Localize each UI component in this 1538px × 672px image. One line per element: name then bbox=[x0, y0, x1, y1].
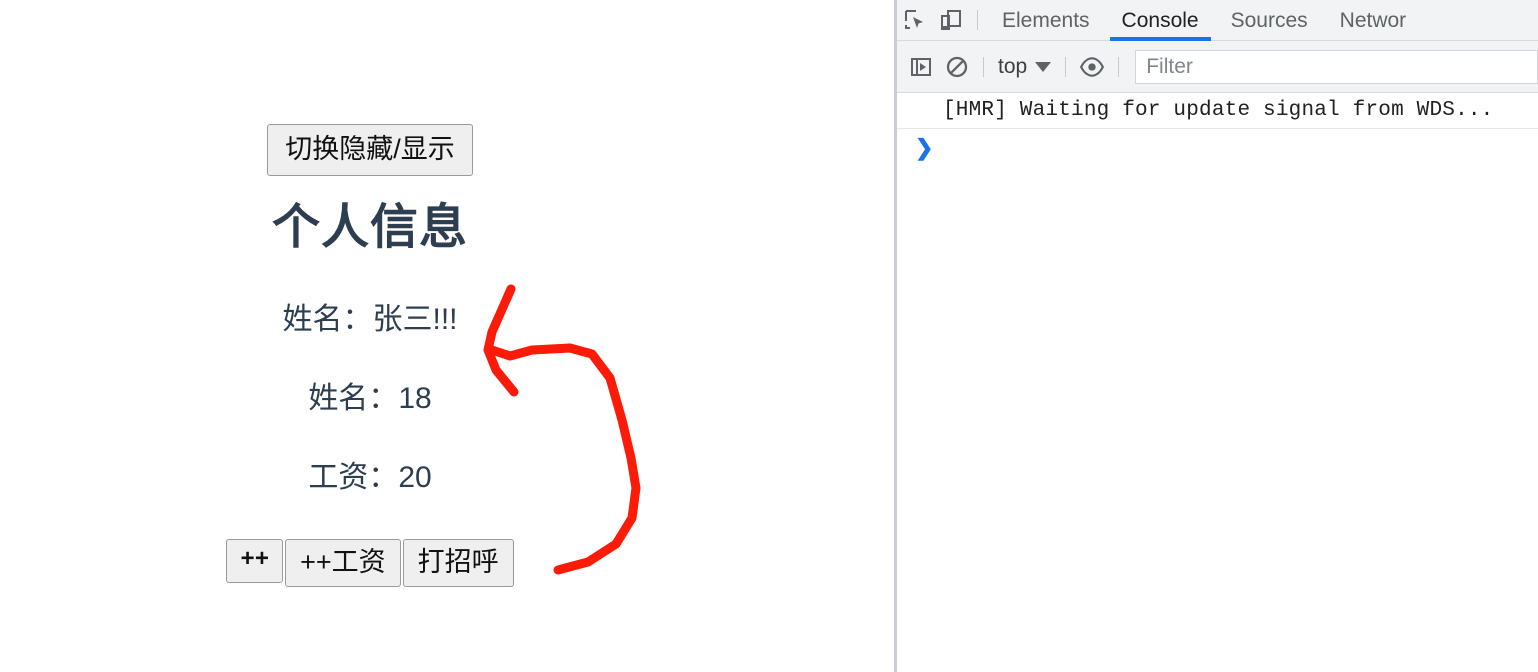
console-filter-input[interactable] bbox=[1135, 49, 1538, 84]
device-toolbar-button[interactable] bbox=[933, 2, 969, 38]
execution-context-select[interactable]: top bbox=[992, 55, 1057, 79]
web-page-pane: 切换隐藏/显示 个人信息 姓名：张三!!! 姓名：18 工资：20 ++ ++工资… bbox=[0, 0, 894, 672]
live-expression-button[interactable] bbox=[1074, 49, 1110, 85]
increment-button[interactable]: ++ bbox=[226, 538, 284, 584]
tab-console[interactable]: Console bbox=[1106, 0, 1215, 41]
toolbar-separator-2 bbox=[1065, 56, 1067, 77]
live-expression-icon bbox=[1080, 56, 1105, 77]
info-row: 姓名：18 bbox=[0, 379, 740, 418]
tab-elements[interactable]: Elements bbox=[986, 0, 1106, 41]
info-card: 个人信息 姓名：张三!!! 姓名：18 工资：20 ++ ++工资 打招呼 bbox=[0, 198, 740, 587]
chevron-down-icon bbox=[1035, 61, 1052, 72]
clear-console-icon bbox=[946, 56, 968, 77]
greet-button[interactable]: 打招呼 bbox=[402, 538, 514, 587]
info-row: 工资：20 bbox=[0, 458, 740, 497]
info-row: 姓名：张三!!! bbox=[0, 300, 740, 339]
tab-sources[interactable]: Sources bbox=[1215, 0, 1324, 41]
info-value-name: 张三!!! bbox=[372, 302, 458, 336]
console-prompt-row[interactable]: ❯ bbox=[897, 129, 1538, 169]
toolbar-separator-3 bbox=[1118, 56, 1120, 77]
execution-context-label: top bbox=[998, 54, 1028, 78]
console-toolbar: top bbox=[897, 41, 1538, 93]
prompt-chevron-icon: ❯ bbox=[915, 135, 934, 160]
console-sidebar-icon bbox=[911, 57, 931, 76]
console-message: [HMR] Waiting for update signal from WDS… bbox=[897, 93, 1538, 129]
console-body: [HMR] Waiting for update signal from WDS… bbox=[897, 93, 1538, 169]
increment-salary-button[interactable]: ++工资 bbox=[285, 538, 401, 587]
tabbar-separator bbox=[977, 10, 978, 30]
info-label-name: 姓名： bbox=[282, 302, 373, 336]
info-value-age: 18 bbox=[398, 381, 432, 415]
devtools-pane: Elements Console Sources Networ top Filt… bbox=[897, 0, 1538, 672]
screenshot-root: 切换隐藏/显示 个人信息 姓名：张三!!! 姓名：18 工资：20 ++ ++工资… bbox=[0, 0, 1538, 672]
page-content: 切换隐藏/显示 个人信息 姓名：张三!!! 姓名：18 工资：20 ++ ++工资… bbox=[0, 0, 740, 587]
inspect-element-button[interactable] bbox=[897, 2, 933, 38]
inspect-element-icon bbox=[905, 10, 923, 29]
clear-console-button[interactable] bbox=[939, 49, 975, 85]
info-label-salary: 工资： bbox=[308, 460, 399, 494]
device-toolbar-icon bbox=[941, 10, 961, 30]
info-value-salary: 20 bbox=[398, 460, 432, 494]
info-label-age: 姓名： bbox=[308, 381, 399, 415]
tab-network[interactable]: Networ bbox=[1324, 0, 1423, 41]
toggle-visibility-button[interactable]: 切换隐藏/显示 bbox=[267, 124, 473, 176]
page-title: 个人信息 bbox=[271, 200, 468, 254]
action-bar: ++ ++工资 打招呼 bbox=[0, 538, 740, 587]
console-sidebar-button[interactable] bbox=[903, 49, 939, 85]
devtools-tabbar: Elements Console Sources Networ bbox=[897, 0, 1538, 41]
toolbar-separator-1 bbox=[983, 56, 984, 77]
